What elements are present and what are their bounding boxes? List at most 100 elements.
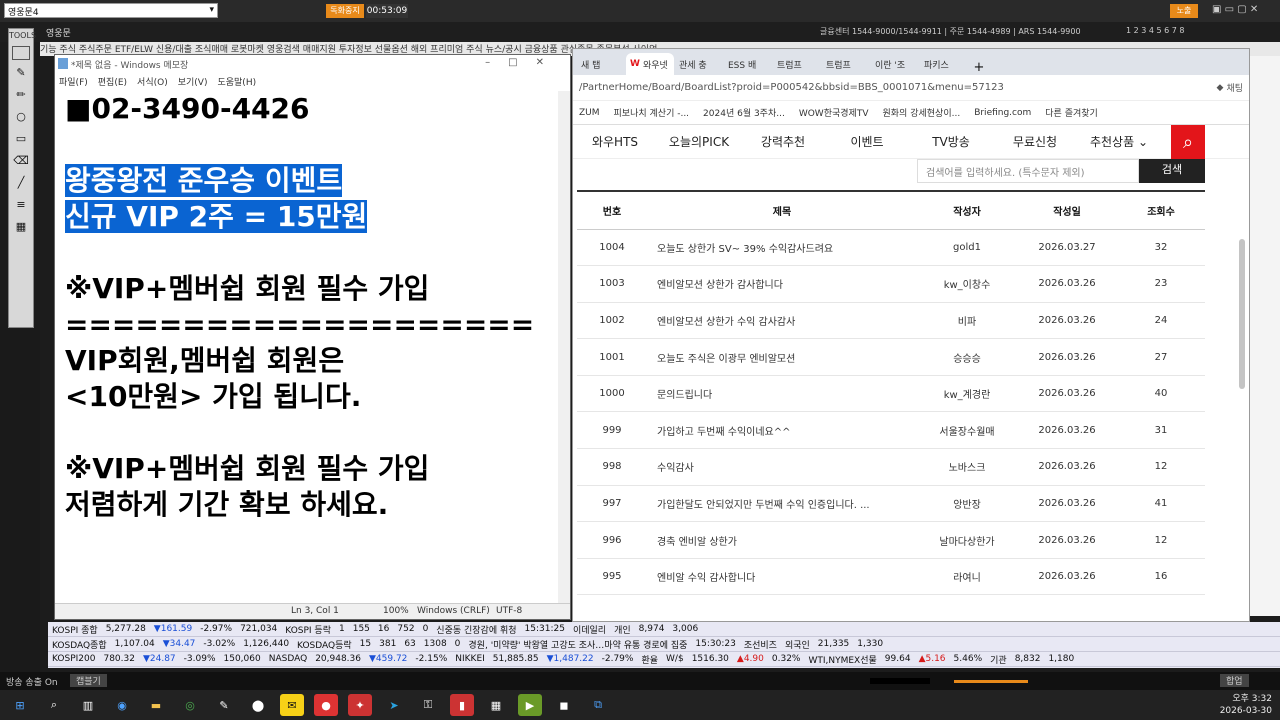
tab-4[interactable]: ESS 배 bbox=[724, 53, 772, 75]
lock-icon[interactable]: ⚿ bbox=[416, 694, 440, 716]
tab-5[interactable]: 트럼프 bbox=[773, 53, 821, 75]
exposure-button[interactable]: 노출 bbox=[1170, 4, 1198, 18]
calculator-icon[interactable]: ▦ bbox=[484, 694, 508, 716]
table-row[interactable]: 1004 오늘도 상한가 SV~ 39% 수익감사드려요 gold1 2026.03.… bbox=[577, 229, 1205, 267]
fav-zum[interactable]: ZUM bbox=[579, 108, 600, 118]
nav-wowhts[interactable]: 와우HTS bbox=[573, 133, 657, 150]
search-button[interactable]: 검색 bbox=[1139, 159, 1205, 183]
nav-free-apply[interactable]: 무료신청 bbox=[993, 133, 1077, 150]
right-status-button[interactable]: 합업 bbox=[1220, 674, 1249, 687]
row-title[interactable]: 가입한달도 안되었지만 두번째 수익 인증입니다. ... bbox=[647, 485, 917, 523]
pin-icon[interactable]: ⬤ bbox=[246, 694, 270, 716]
table-row[interactable]: 995 엔비알 수익 감사합니다 라여니 2026.03.26 16 bbox=[577, 558, 1205, 596]
row-title[interactable]: 엔비알모션 상한가 감사합니다 bbox=[647, 265, 917, 303]
windows-start-icon[interactable]: ⊞ bbox=[8, 694, 32, 716]
tab-8[interactable]: 파키스 bbox=[920, 53, 968, 75]
row-title[interactable]: 문의드립니다 bbox=[647, 375, 917, 413]
nav-event[interactable]: 이벤트 bbox=[825, 133, 909, 150]
ticker-cell: 20,948.36 bbox=[315, 654, 361, 664]
row-views: 12 bbox=[1117, 521, 1205, 559]
table-row[interactable]: 1002 엔비알모션 상한가 수익 감사감사 비파 2026.03.26 24 bbox=[577, 302, 1205, 340]
row-title[interactable]: 엔비알 수익 감사합니다 bbox=[647, 558, 917, 596]
fav-won[interactable]: 원화의 강세현상이... bbox=[883, 106, 961, 119]
recorder-icon[interactable]: ● bbox=[314, 694, 338, 716]
chrome-icon[interactable]: ◎ bbox=[178, 694, 202, 716]
hero-app-icon[interactable]: ✦ bbox=[348, 694, 372, 716]
address-bar[interactable]: /PartnerHome/Board/BoardList?proid=P0005… bbox=[573, 75, 1249, 101]
fav-fibonacci[interactable]: 피보나치 계산기 -... bbox=[614, 106, 690, 119]
nav-recommend-products[interactable]: 추천상품 ⌄ bbox=[1077, 133, 1161, 150]
table-row[interactable]: 998 수익감사 노바스크 2026.03.26 12 bbox=[577, 448, 1205, 486]
row-title[interactable]: 오늘도 주식은 이광무 엔비알모션 bbox=[647, 338, 917, 376]
page-numbers[interactable]: 1 2 3 4 5 6 7 8 bbox=[1126, 26, 1185, 35]
fav-2024-week[interactable]: 2024년 6월 3주차... bbox=[703, 106, 785, 119]
taskbar-clock[interactable]: 오후 3:32 2026-03-30 bbox=[1220, 693, 1272, 717]
notes-icon[interactable]: ✎ bbox=[212, 694, 236, 716]
table-row[interactable]: 1001 오늘도 주식은 이광무 엔비알모션 승승승 2026.03.26 27 bbox=[577, 338, 1205, 376]
fav-briefing[interactable]: Briefing.com bbox=[974, 108, 1031, 118]
media-player-icon[interactable]: ▶ bbox=[518, 694, 542, 716]
kakaotalk-icon[interactable]: ✉ bbox=[280, 694, 304, 716]
site-nav: 와우HTS 오늘의PICK 강력추천 이벤트 TV방송 무료신청 추천상품 ⌄ … bbox=[573, 125, 1249, 159]
row-title[interactable]: 경축 엔비알 상한가 bbox=[647, 521, 917, 559]
record-stop-button[interactable]: 독화중지 bbox=[326, 4, 364, 18]
notepad-window-controls[interactable]: –□✕ bbox=[485, 57, 562, 68]
table-row[interactable]: 1000 문의드립니다 kw_계경란 2026.03.26 40 bbox=[577, 375, 1205, 413]
table-row[interactable]: 997 가입한달도 안되었지만 두번째 수익 인증입니다. ... 앙반장 2026.… bbox=[577, 485, 1205, 523]
scroll-thumb[interactable] bbox=[1239, 239, 1245, 389]
browser-scrollbar[interactable] bbox=[1239, 199, 1245, 619]
hnt-app-icon[interactable]: ◼ bbox=[552, 694, 576, 716]
nav-strong-recommend[interactable]: 강력추천 bbox=[741, 133, 825, 150]
volume-slider[interactable] bbox=[954, 680, 1028, 683]
table-row[interactable]: 999 가입하고 두번째 수익이네요^^ 서울장수월매 2026.03.26 31 bbox=[577, 411, 1205, 450]
row-title[interactable]: 가입하고 두번째 수익이네요^^ bbox=[647, 411, 917, 450]
account-dropdown[interactable]: 영웅문4 ▾ bbox=[4, 3, 218, 18]
circle-tool-icon[interactable]: ○ bbox=[12, 110, 30, 126]
folder-icon[interactable]: ▬ bbox=[144, 694, 168, 716]
edge-icon[interactable]: ◉ bbox=[110, 694, 134, 716]
telegram-icon[interactable]: ➤ bbox=[382, 694, 406, 716]
marker-tool-icon[interactable]: ✏ bbox=[12, 88, 30, 104]
window-app-icon[interactable]: ⧉ bbox=[586, 694, 610, 716]
table-row[interactable]: 1003 엔비알모션 상한가 감사합니다 kw_이창수 2026.03.26 23 bbox=[577, 265, 1205, 303]
search-input[interactable]: 검색어를 입력하세요. (특수문자 제외) bbox=[917, 159, 1139, 183]
search-icon[interactable]: ⌕ bbox=[1171, 125, 1205, 159]
table-row[interactable]: 996 경축 엔비알 상한가 날마다상한가 2026.03.26 12 bbox=[577, 521, 1205, 559]
lines-tool-icon[interactable]: ≡ bbox=[12, 198, 30, 214]
task-view-icon[interactable]: ▥ bbox=[76, 694, 100, 716]
rect-tool-icon[interactable] bbox=[12, 46, 30, 60]
drawing-toolbar[interactable]: TOOLS ✎ ✏ ○ ▭ ⌫ ╱ ≡ ▦ bbox=[8, 28, 36, 328]
tab-new[interactable]: 새 탭 bbox=[577, 53, 625, 75]
copilot-chat-label[interactable]: 채팅 bbox=[1226, 81, 1243, 94]
menu-help[interactable]: 도움말(H) bbox=[217, 75, 256, 88]
fav-other[interactable]: 다른 즐겨찾기 bbox=[1045, 106, 1098, 119]
new-tab-plus-icon[interactable]: + bbox=[969, 60, 989, 75]
menu-format[interactable]: 서식(O) bbox=[137, 75, 168, 88]
copilot-icon[interactable]: ◆ bbox=[1217, 83, 1224, 93]
capture-app-icon[interactable]: ▮ bbox=[450, 694, 474, 716]
nav-today-pick[interactable]: 오늘의PICK bbox=[657, 133, 741, 150]
row-title[interactable]: 엔비알모션 상한가 수익 감사감사 bbox=[647, 302, 917, 340]
row-author: gold1 bbox=[917, 229, 1017, 267]
search-icon[interactable]: ⌕ bbox=[42, 694, 66, 716]
menu-edit[interactable]: 편집(E) bbox=[98, 75, 127, 88]
line-tool-icon[interactable]: ╱ bbox=[12, 176, 30, 192]
fav-wowtv[interactable]: WOW한국경제TV bbox=[799, 106, 869, 119]
nav-tv[interactable]: TV방송 bbox=[909, 133, 993, 150]
tab-6[interactable]: 트럼프 bbox=[822, 53, 870, 75]
menu-file[interactable]: 파일(F) bbox=[59, 75, 88, 88]
notepad-text-area[interactable]: ■02-3490-4426 왕중왕전 준우승 이벤트 신규 VIP 2주 = 15… bbox=[65, 91, 560, 601]
tab-3[interactable]: 관세 충 bbox=[675, 53, 723, 75]
row-title[interactable]: 오늘도 상한가 SV~ 39% 수익감사드려요 bbox=[647, 229, 917, 267]
row-title[interactable]: 수익감사 bbox=[647, 448, 917, 486]
notepad-scrollbar[interactable] bbox=[558, 91, 570, 603]
grid-tool-icon[interactable]: ▦ bbox=[12, 220, 30, 236]
tab-wownet[interactable]: W 와우넷 bbox=[626, 53, 674, 75]
eraser-tool-icon[interactable]: ⌫ bbox=[12, 154, 30, 170]
window-controls[interactable]: ▣ ▭ ▢ ✕ bbox=[1212, 4, 1276, 18]
capture-button[interactable]: 캡블기 bbox=[70, 674, 107, 687]
pen-tool-icon[interactable]: ✎ bbox=[12, 66, 30, 82]
box-tool-icon[interactable]: ▭ bbox=[12, 132, 30, 148]
tab-7[interactable]: 이란 '조 bbox=[871, 53, 919, 75]
menu-view[interactable]: 보기(V) bbox=[178, 75, 208, 88]
